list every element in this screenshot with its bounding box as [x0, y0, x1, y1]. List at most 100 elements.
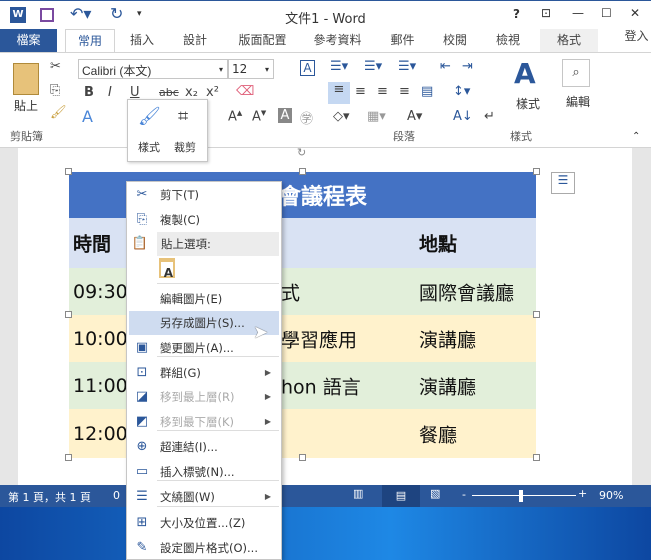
zoom-in-button[interactable]: +	[578, 487, 587, 500]
resize-handle[interactable]	[65, 168, 72, 175]
picture-style-icon[interactable]: 🖌	[138, 106, 161, 127]
distributed-icon[interactable]: ▤	[421, 84, 433, 99]
sort-icon[interactable]: A↓	[453, 109, 473, 124]
line-spacing-icon[interactable]: ↕▾	[453, 84, 470, 99]
tab-mailings[interactable]: 郵件	[385, 29, 420, 52]
menu-item-label: 大小及位置...(Z)	[160, 516, 246, 530]
format-painter-icon[interactable]: 🖌	[50, 105, 67, 120]
menu-item[interactable]: 編輯圖片(E)	[129, 287, 279, 311]
tab-design[interactable]: 設計	[175, 29, 215, 52]
menu-item[interactable]: ⊡ 群組(G) ▶	[129, 361, 279, 385]
clear-format-icon[interactable]: ⌫	[236, 84, 254, 99]
superscript-button[interactable]: x²	[206, 85, 219, 100]
paste-button[interactable]: 貼上	[14, 97, 38, 114]
justify-icon[interactable]: ≡	[399, 84, 410, 99]
styles-button[interactable]: 樣式	[516, 95, 540, 112]
web-layout-icon[interactable]: ▧	[430, 487, 440, 500]
cell-time: 11:00	[73, 374, 128, 397]
maximize-button[interactable]: ☐	[601, 6, 612, 20]
collapse-ribbon-icon[interactable]: ⌃	[632, 131, 640, 142]
menu-separator	[157, 506, 279, 507]
paste-icon[interactable]	[13, 63, 39, 95]
copy-icon[interactable]: ⎘	[50, 83, 60, 98]
cell-location: 演講廳	[419, 329, 477, 351]
minimize-button[interactable]: —	[572, 6, 584, 20]
align-center-icon[interactable]: ≡	[355, 84, 366, 99]
crop-button[interactable]: 裁剪	[174, 139, 196, 155]
shrink-font-icon[interactable]: A▼	[252, 109, 266, 124]
bold-button[interactable]: B	[84, 85, 94, 100]
read-mode-icon[interactable]: ▥	[353, 487, 363, 500]
menu-item-label: 另存成圖片(S)...	[160, 316, 245, 330]
menu-item[interactable]: ⊞ 大小及位置...(Z)	[129, 511, 279, 535]
editing-button[interactable]: 編輯	[566, 93, 590, 110]
text-effects-icon[interactable]: A	[82, 107, 93, 126]
decrease-indent-icon[interactable]: ⇤	[440, 59, 451, 74]
numbering-icon[interactable]: ☰▾	[364, 59, 382, 74]
sign-in-link[interactable]: 登入	[622, 25, 651, 48]
paste-keep-text-only-icon[interactable]: A	[159, 258, 175, 280]
show-marks-icon[interactable]: ↵	[484, 109, 495, 124]
word-count[interactable]: 0	[113, 489, 120, 502]
text-border-icon[interactable]: A	[300, 60, 315, 76]
resize-handle[interactable]	[65, 311, 72, 318]
help-button[interactable]: ?	[513, 7, 520, 21]
menu-item[interactable]: ✂ 剪下(T)	[129, 183, 279, 207]
italic-button[interactable]: I	[108, 85, 112, 100]
align-right-icon[interactable]: ≡	[377, 84, 388, 99]
menu-item[interactable]: ⎘ 複製(C)	[129, 208, 279, 232]
menu-item-icon: ☰	[136, 489, 148, 504]
ribbon-display-button[interactable]: ⊡	[541, 6, 551, 20]
strikethrough-button[interactable]: abc	[159, 86, 179, 99]
cut-icon[interactable]: ✂	[50, 59, 61, 74]
font-name-select[interactable]: Calibri (本文) ▾	[78, 59, 228, 79]
menu-item-label: 編輯圖片(E)	[160, 292, 223, 306]
font-size-select[interactable]: 12 ▾	[228, 59, 274, 79]
crop-icon[interactable]: ⌗	[178, 106, 188, 127]
zoom-slider-thumb[interactable]	[518, 490, 523, 502]
align-left-icon[interactable]: ≡	[328, 82, 350, 104]
styles-icon[interactable]: A	[514, 57, 536, 90]
resize-handle[interactable]	[533, 311, 540, 318]
tab-layout[interactable]: 版面配置	[230, 29, 295, 52]
menu-item[interactable]: ✎ 設定圖片格式(O)...	[129, 536, 279, 560]
bullets-icon[interactable]: ☰▾	[330, 59, 348, 74]
subscript-button[interactable]: x₂	[185, 85, 198, 100]
resize-handle[interactable]	[65, 454, 72, 461]
grow-font-icon[interactable]: A▲	[228, 109, 242, 124]
layout-options-icon[interactable]: ☰	[551, 172, 575, 194]
underline-button[interactable]: U	[130, 85, 140, 100]
menu-item[interactable]: ⊕ 超連結(I)...	[129, 435, 279, 459]
zoom-out-button[interactable]: -	[462, 488, 466, 501]
multilevel-list-icon[interactable]: ☰▾	[398, 59, 416, 74]
resize-handle[interactable]	[299, 454, 306, 461]
resize-handle[interactable]	[533, 454, 540, 461]
resize-handle[interactable]	[533, 168, 540, 175]
close-button[interactable]: ✕	[630, 6, 640, 20]
shading-icon[interactable]: ◇▾	[333, 109, 350, 124]
page-count[interactable]: 第 1 頁，共 1 頁	[8, 489, 91, 505]
tab-insert[interactable]: 插入	[122, 29, 162, 52]
asian-layout-icon[interactable]: A▾	[407, 109, 422, 124]
print-layout-icon[interactable]: ▤	[382, 485, 420, 507]
tab-view[interactable]: 檢視	[492, 29, 524, 52]
enclose-char-icon[interactable]: ㊫	[300, 108, 313, 127]
tab-home[interactable]: 常用	[65, 29, 115, 53]
rotate-handle-icon[interactable]: ↻	[297, 146, 306, 159]
char-shading-icon[interactable]: A	[278, 108, 292, 123]
tab-file[interactable]: 檔案	[0, 29, 57, 52]
increase-indent-icon[interactable]: ⇥	[462, 59, 473, 74]
tab-review[interactable]: 校閱	[440, 29, 470, 52]
borders-icon[interactable]: ▦▾	[367, 109, 386, 124]
menu-item[interactable]: 📋 貼上選項:	[132, 232, 279, 256]
tab-format[interactable]: 格式	[540, 29, 598, 52]
tab-references[interactable]: 參考資料	[305, 29, 370, 52]
find-icon[interactable]: ⌕	[562, 59, 590, 87]
zoom-slider[interactable]	[472, 495, 576, 496]
zoom-level[interactable]: 90%	[599, 489, 623, 502]
resize-handle[interactable]	[299, 168, 306, 175]
picture-style-button[interactable]: 樣式	[138, 139, 160, 155]
paragraph-group-label: 段落	[393, 130, 415, 143]
menu-item-icon: ⊕	[136, 439, 148, 454]
cell-time: 09:30	[73, 280, 128, 303]
